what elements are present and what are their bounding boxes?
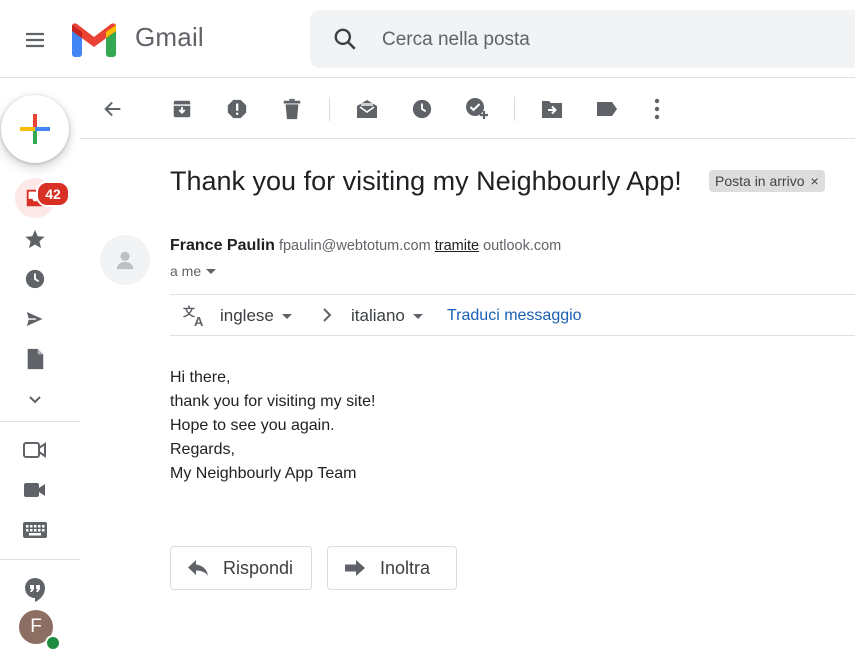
clock-icon xyxy=(25,269,45,289)
forward-button[interactable]: Inoltra xyxy=(327,546,457,590)
chevron-right-icon xyxy=(323,308,332,322)
forward-icon xyxy=(345,560,365,576)
rail-divider xyxy=(0,559,80,560)
online-status-dot xyxy=(45,635,61,651)
sender-line: France Paulin fpaulin@webtotum.com trami… xyxy=(170,237,561,255)
snooze-button[interactable] xyxy=(407,94,437,124)
mark-unread-button[interactable] xyxy=(352,94,382,124)
trash-icon xyxy=(283,98,301,120)
body-line: My Neighbourly App Team xyxy=(170,465,357,482)
archive-icon xyxy=(173,100,191,118)
reply-label: Rispondi xyxy=(223,557,294,578)
more-vert-icon xyxy=(654,98,660,120)
person-icon xyxy=(116,251,134,270)
sender-avatar[interactable] xyxy=(100,235,150,285)
add-task-icon xyxy=(466,98,488,119)
body-line: Regards, xyxy=(170,441,235,458)
hamburger-icon xyxy=(26,32,44,48)
nav-sent[interactable] xyxy=(20,304,50,334)
caret-down-icon xyxy=(412,313,423,319)
toolbar-separator xyxy=(514,97,515,121)
forward-label: Inoltra xyxy=(380,557,431,578)
clock-icon xyxy=(412,99,432,119)
via-link[interactable]: tramite xyxy=(435,238,479,254)
caret-down-icon xyxy=(281,313,292,319)
more-options-button[interactable] xyxy=(642,94,672,124)
target-language-select[interactable]: italiano xyxy=(351,306,423,326)
keyboard-icon xyxy=(23,522,47,538)
arrow-back-icon xyxy=(104,101,121,117)
delete-button[interactable] xyxy=(277,94,307,124)
message-toolbar xyxy=(80,79,855,139)
meet-join[interactable] xyxy=(20,475,50,505)
translate-message-link[interactable]: Traduci messaggio xyxy=(447,307,582,325)
body-line: thank you for visiting my site! xyxy=(170,393,376,410)
label-chip-text: Posta in arrivo xyxy=(715,173,805,189)
meet-keyboard[interactable] xyxy=(20,515,50,545)
via-domain: outlook.com xyxy=(483,238,562,254)
search-bar xyxy=(310,10,855,68)
video-outline-icon xyxy=(23,442,46,458)
label-icon xyxy=(597,102,617,116)
move-to-folder-icon xyxy=(542,101,562,118)
body-line: Hope to see you again. xyxy=(170,417,335,434)
sender-email: fpaulin@webtotum.com xyxy=(278,238,431,254)
meet-new-meeting[interactable] xyxy=(20,435,50,465)
add-to-tasks-button[interactable] xyxy=(462,94,492,124)
labels-button[interactable] xyxy=(592,94,622,124)
rail-divider xyxy=(0,421,80,422)
target-language-label: italiano xyxy=(351,306,405,325)
gmail-logo[interactable] xyxy=(70,20,120,60)
search-input[interactable] xyxy=(380,24,844,56)
hangouts-icon xyxy=(25,578,45,602)
plus-icon xyxy=(20,114,50,144)
search-icon[interactable] xyxy=(332,26,358,52)
nav-snoozed[interactable] xyxy=(20,264,50,294)
top-bar: Gmail xyxy=(0,0,855,78)
translate-bar: 文 A inglese italiano Traduci messaggio xyxy=(170,294,855,336)
chevron-down-icon xyxy=(29,396,41,404)
report-spam-button[interactable] xyxy=(222,94,252,124)
translate-icon: 文 A xyxy=(183,304,204,328)
recipient-text: a me xyxy=(170,263,202,279)
sender-name[interactable]: France Paulin xyxy=(170,237,275,254)
email-subject: Thank you for visiting my Neighbourly Ap… xyxy=(170,166,682,196)
reply-button[interactable]: Rispondi xyxy=(170,546,312,590)
move-to-button[interactable] xyxy=(537,94,567,124)
send-icon xyxy=(24,309,46,329)
archive-button[interactable] xyxy=(167,94,197,124)
email-body: Hi there, thank you for visiting my site… xyxy=(170,366,375,486)
app-name: Gmail xyxy=(135,22,204,52)
hangouts-button[interactable] xyxy=(20,575,50,605)
main-menu-button[interactable] xyxy=(15,20,55,60)
caret-down-icon xyxy=(206,268,217,274)
source-language-select[interactable]: inglese xyxy=(220,306,292,326)
recipient-details-toggle[interactable]: a me xyxy=(170,263,217,279)
source-language-label: inglese xyxy=(220,306,274,325)
body-line: Hi there, xyxy=(170,369,231,386)
video-camera-icon xyxy=(24,483,45,497)
svg-text:A: A xyxy=(194,314,204,328)
label-chip[interactable]: Posta in arrivo × xyxy=(709,170,825,192)
inbox-count-badge: 42 xyxy=(36,181,70,207)
toolbar-separator xyxy=(329,97,330,121)
star-icon xyxy=(25,229,45,249)
mark-unread-icon xyxy=(357,100,377,118)
compose-button[interactable] xyxy=(1,95,69,163)
reply-icon xyxy=(188,560,208,576)
nav-starred[interactable] xyxy=(20,224,50,254)
nav-drafts[interactable] xyxy=(20,344,50,374)
left-rail: 42 F xyxy=(0,78,80,661)
remove-label-button[interactable]: × xyxy=(810,173,818,189)
gmail-m-icon xyxy=(72,23,116,57)
back-button[interactable] xyxy=(98,94,128,124)
nav-more[interactable] xyxy=(20,384,50,414)
draft-icon xyxy=(27,348,44,370)
report-icon xyxy=(227,99,247,119)
